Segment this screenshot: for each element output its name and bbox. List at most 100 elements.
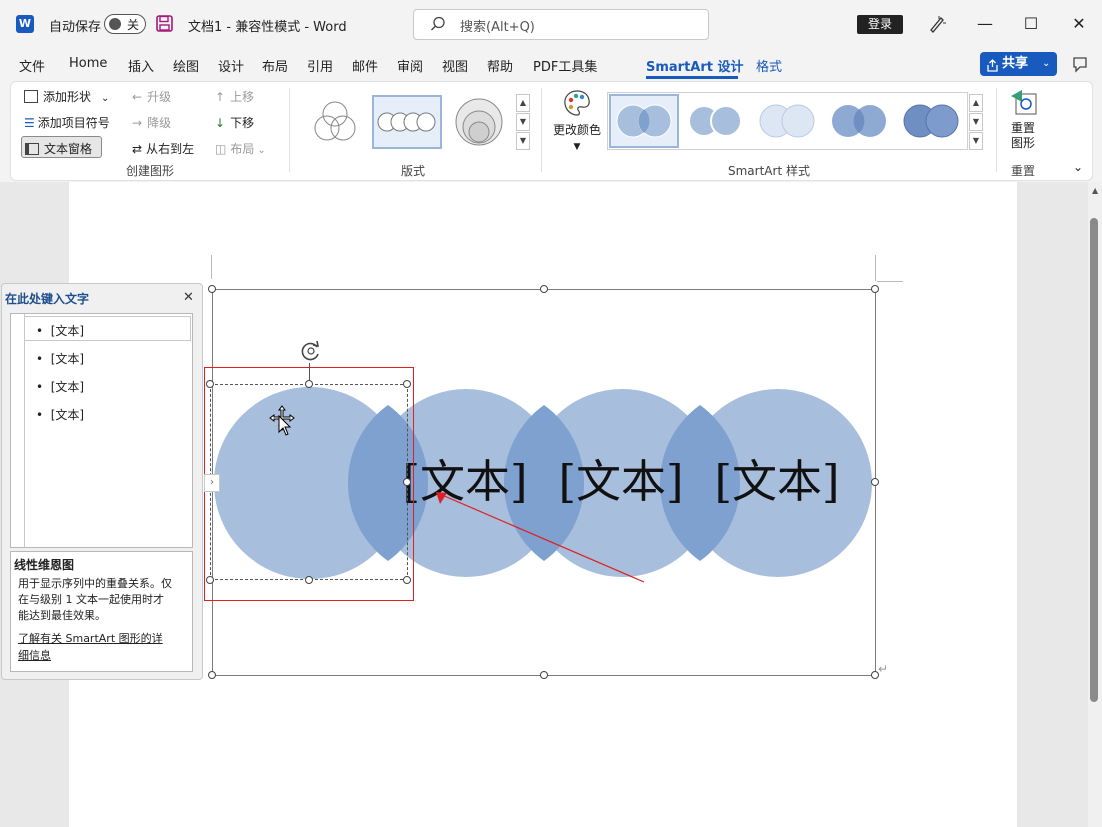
designer-pen-icon[interactable] [927, 14, 947, 34]
comments-icon[interactable] [1071, 55, 1089, 73]
bullet-list-icon: ☰ [24, 116, 35, 130]
add-shape-button[interactable]: 添加形状 ⌄ [24, 88, 109, 105]
share-label: 共享 [1002, 56, 1029, 71]
share-icon [986, 57, 999, 81]
tab-help[interactable]: 帮助 [487, 56, 513, 75]
circle-text-4[interactable]: [文本] [712, 452, 842, 512]
promote-button[interactable]: ← 升级 [132, 88, 171, 105]
frame-handle[interactable] [208, 671, 216, 679]
tab-draw[interactable]: 绘图 [173, 56, 199, 75]
gallery-scroll-down-icon[interactable]: ▼ [516, 113, 530, 131]
rtl-label: 从右到左 [146, 142, 195, 156]
list-item-text: [文本] [50, 408, 85, 422]
list-item-text: [文本] [50, 380, 85, 394]
tab-layout[interactable]: 布局 [262, 56, 288, 75]
learn-more-link[interactable]: 细信息 [18, 648, 51, 664]
tab-view[interactable]: 视图 [442, 56, 468, 75]
gallery-scroll-up-icon[interactable]: ▲ [969, 94, 983, 112]
resize-handle[interactable] [305, 576, 313, 584]
change-colors-label: 更改颜色 [552, 123, 601, 137]
learn-more-link[interactable]: 了解有关 SmartArt 图形的详 [18, 631, 163, 647]
resize-handle[interactable] [305, 380, 313, 388]
list-item-text: [文本] [50, 352, 85, 366]
pane-toggle-chevron-icon[interactable]: › [204, 474, 220, 492]
move-up-label: 上移 [230, 90, 255, 104]
word-logo-icon: W [16, 15, 34, 33]
tab-design[interactable]: 设计 [218, 56, 244, 75]
resize-handle[interactable] [403, 576, 411, 584]
tab-smartart-design[interactable]: SmartArt 设计 [646, 56, 744, 75]
tab-format[interactable]: 格式 [756, 56, 782, 75]
frame-handle[interactable] [540, 285, 548, 293]
layout-button[interactable]: ◫ 布局 ⌄ [215, 140, 266, 157]
tab-references[interactable]: 引用 [307, 56, 333, 75]
chevron-down-icon: ⌄ [1042, 58, 1051, 69]
reset-graphic-button[interactable]: 重置 图形 [1009, 121, 1037, 151]
resize-handle[interactable] [403, 478, 411, 486]
text-pane-button[interactable]: 文本窗格 [21, 136, 102, 158]
add-bullet-button[interactable]: ☰ 添加项目符号 [24, 114, 110, 131]
frame-handle[interactable] [208, 285, 216, 293]
gallery-scroll-up-icon[interactable]: ▲ [516, 94, 530, 112]
scroll-up-icon[interactable]: ▲ [1092, 186, 1098, 195]
reset-graphic-icon [1008, 88, 1038, 118]
move-down-label: 下移 [230, 116, 255, 130]
login-button[interactable]: 登录 [857, 15, 903, 34]
frame-handle[interactable] [540, 671, 548, 679]
gallery-scroll-down-icon[interactable]: ▼ [969, 113, 983, 131]
group-divider [996, 88, 997, 172]
move-down-button[interactable]: ↓ 下移 [215, 114, 254, 131]
text-pane-list[interactable] [10, 313, 193, 548]
layout-name: 线性维恩图 [14, 558, 75, 572]
add-shape-icon [24, 90, 38, 103]
group-label-reset: 重置 [1011, 164, 1036, 178]
margin-mark [211, 255, 212, 279]
rotate-handle-icon[interactable] [299, 340, 323, 362]
toggle-knob [109, 18, 121, 30]
frame-handle[interactable] [871, 285, 879, 293]
list-item[interactable]: • [文本] [36, 350, 84, 367]
resize-handle[interactable] [206, 576, 214, 584]
tab-file[interactable]: 文件 [19, 56, 45, 75]
list-item[interactable]: • [文本] [36, 378, 84, 395]
frame-handle[interactable] [871, 478, 879, 486]
collapse-ribbon-icon[interactable]: ⌄ [1073, 160, 1083, 174]
gallery-more-icon[interactable]: ▼ [516, 132, 530, 150]
resize-handle[interactable] [206, 380, 214, 388]
resize-handle[interactable] [403, 380, 411, 388]
tab-insert[interactable]: 插入 [128, 56, 154, 75]
move-up-button[interactable]: ↑ 上移 [215, 88, 254, 105]
style-intense[interactable] [900, 96, 964, 146]
style-moderate[interactable] [828, 96, 892, 146]
search-box[interactable]: 搜索(Alt+Q) [413, 9, 709, 40]
layout-linear-venn-selected[interactable] [372, 95, 442, 149]
style-subtle[interactable] [684, 96, 748, 146]
change-colors-button[interactable]: 更改颜色 ▼ [552, 121, 602, 152]
layout-stacked-venn[interactable] [454, 97, 504, 147]
tab-mailings[interactable]: 邮件 [352, 56, 378, 75]
scrollbar-thumb[interactable] [1090, 218, 1098, 702]
close-icon[interactable]: ✕ [183, 290, 194, 305]
arrow-right-icon: → [132, 116, 143, 130]
maximize-icon[interactable]: ☐ [1019, 12, 1043, 36]
add-bullet-label: 添加项目符号 [37, 116, 110, 130]
autosave-toggle[interactable]: 关 [104, 14, 146, 34]
share-button[interactable]: 共享 ⌄ [980, 52, 1057, 76]
style-light[interactable] [756, 96, 820, 146]
demote-button[interactable]: → 降级 [132, 114, 171, 131]
group-label-styles: SmartArt 样式 [728, 164, 810, 178]
layout-venn-basic[interactable] [309, 97, 361, 147]
right-to-left-button[interactable]: ⇄ 从右到左 [132, 140, 194, 157]
minimize-icon[interactable]: — [973, 12, 997, 36]
gallery-more-icon[interactable]: ▼ [969, 132, 983, 150]
search-placeholder: 搜索(Alt+Q) [460, 20, 535, 35]
list-item[interactable]: • [文本] [36, 406, 84, 423]
style-flat-selected[interactable] [609, 94, 679, 148]
tab-home[interactable]: Home [69, 56, 107, 71]
tab-pdf-tools[interactable]: PDF工具集 [533, 56, 597, 75]
close-window-icon[interactable]: ✕ [1067, 12, 1091, 36]
list-item[interactable]: • [文本] [36, 322, 84, 339]
margin-mark [877, 281, 903, 282]
tab-review[interactable]: 审阅 [397, 56, 423, 75]
save-icon[interactable] [156, 15, 173, 32]
